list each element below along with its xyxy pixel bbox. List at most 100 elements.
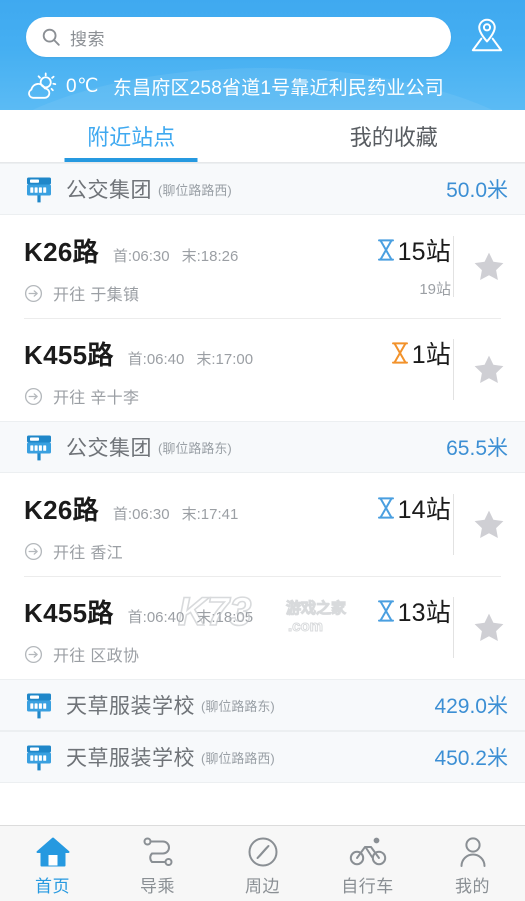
station-list[interactable]: 公交集团 (聊位路路西) 50.0米 K26路 首:06:30 末:18:26 开…: [0, 163, 525, 825]
route-service-hours: 首:06:40 末:18:05: [128, 606, 253, 627]
compass-icon: [244, 835, 282, 869]
route-info: K26路 首:06:30 末:18:26 开往 于集镇: [0, 215, 335, 318]
route-row[interactable]: K26路 首:06:30 末:18:26 开往 于集镇 15站 19站: [0, 215, 525, 318]
route-primary-line: K26路 首:06:30 末:18:26: [24, 232, 335, 269]
eta-secondary-stops: 19站: [419, 281, 451, 298]
nav-item-label: 首页: [35, 876, 70, 896]
weather-location: 东昌府区258省道1号靠近利民药业公司: [112, 77, 444, 99]
hourglass-icon: [376, 496, 396, 520]
sun-behind-cloud-icon: [22, 71, 57, 101]
route-row[interactable]: K26路 首:06:30 末:17:41 开往 香江 14站: [0, 473, 525, 576]
favorite-button[interactable]: [453, 473, 525, 576]
star-icon[interactable]: [472, 508, 506, 542]
favorite-button[interactable]: [453, 576, 525, 679]
station-name: 公交集团: [66, 437, 152, 460]
hourglass-icon: [376, 238, 396, 262]
app-root: 搜索 0℃ 东昌府区258省道1号靠近利民药业公司 附近站点 我的收藏 公交集团…: [0, 0, 525, 901]
eta-primary: 13站: [376, 593, 451, 629]
route-info: K26路 首:06:30 末:17:41 开往 香江: [0, 473, 335, 576]
bus-stop-icon: [24, 176, 54, 203]
tab-nearby-stations-label: 附近站点: [87, 125, 176, 150]
station-header[interactable]: 天草服装学校 (聊位路路东) 429.0米: [0, 679, 525, 731]
bottom-navigation: 首页 导乘 周边 自行车 我的: [0, 825, 525, 901]
station-name: 天草服装学校: [66, 695, 195, 718]
nav-item-bicycle[interactable]: 自行车: [315, 826, 420, 901]
weather-temperature: 0℃: [66, 75, 99, 97]
map-pin-button[interactable]: [463, 15, 511, 59]
direction-arrow-icon: [24, 542, 43, 561]
route-service-hours: 首:06:30 末:18:26: [113, 245, 238, 266]
search-icon: [40, 26, 62, 48]
route-first-bus: 首:06:40: [127, 351, 185, 368]
route-last-bus: 末:18:05: [196, 609, 254, 626]
eta-primary: 15站: [376, 232, 451, 268]
route-primary-line: K26路 首:06:30 末:17:41: [24, 490, 335, 527]
route-eta: 13站: [335, 576, 453, 679]
favorite-button[interactable]: [453, 318, 525, 421]
star-icon[interactable]: [472, 250, 506, 284]
route-direction: 开往 辛十李: [53, 390, 140, 407]
route-first-bus: 首:06:30: [112, 248, 170, 265]
hourglass-icon: [390, 341, 410, 365]
station-header[interactable]: 天草服装学校 (聊位路路西) 450.2米: [0, 731, 525, 783]
eta-stops: 13站: [397, 599, 451, 627]
route-eta: 14站: [335, 473, 453, 576]
route-direction-line: 开往 区政协: [24, 642, 335, 666]
route-direction: 开往 区政协: [53, 648, 140, 665]
star-icon[interactable]: [472, 353, 506, 387]
favorite-button[interactable]: [453, 215, 525, 318]
route-direction: 开往 香江: [53, 545, 123, 562]
station-distance: 450.2米: [434, 747, 508, 770]
route-name: K455路: [24, 598, 114, 628]
route-row[interactable]: K455路 首:06:40 末:18:05 开往 区政协 13站: [0, 576, 525, 679]
route-direction: 开往 于集镇: [53, 287, 140, 304]
route-first-bus: 首:06:30: [112, 506, 170, 523]
nav-item-label: 导乘: [140, 876, 175, 896]
route-eta: 1站: [335, 318, 453, 421]
bus-stop-icon: [24, 744, 54, 771]
search-placeholder: 搜索: [70, 29, 105, 49]
route-primary-line: K455路 首:06:40 末:17:00: [24, 335, 335, 372]
station-header[interactable]: 公交集团 (聊位路路西) 50.0米: [0, 163, 525, 215]
route-info: K455路 首:06:40 末:17:00 开往 辛十李: [0, 318, 335, 421]
nav-item-home[interactable]: 首页: [0, 826, 105, 901]
bus-stop-icon: [24, 692, 54, 719]
route-last-bus: 末:18:26: [181, 248, 239, 265]
bus-stop-icon: [24, 434, 54, 461]
hourglass-icon: [376, 599, 396, 623]
search-input[interactable]: 搜索: [26, 17, 451, 57]
tab-my-favorites-label: 我的收藏: [349, 125, 438, 150]
route-service-hours: 首:06:30 末:17:41: [113, 503, 238, 524]
station-sub-name: (聊位路路西): [201, 750, 275, 766]
eta-stops: 1站: [411, 341, 451, 369]
route-icon: [139, 835, 177, 869]
nav-item-compass[interactable]: 周边: [210, 826, 315, 901]
station-distance: 429.0米: [434, 695, 508, 718]
nav-item-label: 周边: [245, 876, 280, 896]
route-last-bus: 末:17:00: [196, 351, 254, 368]
route-first-bus: 首:06:40: [127, 609, 185, 626]
route-row[interactable]: K455路 首:06:40 末:17:00 开往 辛十李 1站: [0, 318, 525, 421]
nav-item-person[interactable]: 我的: [420, 826, 525, 901]
tab-my-favorites[interactable]: 我的收藏: [263, 110, 525, 162]
route-eta: 15站 19站: [335, 215, 453, 318]
station-header[interactable]: 公交集团 (聊位路路东) 65.5米: [0, 421, 525, 473]
station-distance: 65.5米: [446, 437, 508, 460]
station-name: 天草服装学校: [66, 747, 195, 770]
route-name: K455路: [24, 340, 114, 370]
route-last-bus: 末:17:41: [181, 506, 239, 523]
station-sub-name: (聊位路路东): [158, 440, 232, 456]
eta-primary: 14站: [376, 490, 451, 526]
tab-nearby-stations[interactable]: 附近站点: [0, 110, 263, 162]
weather-bar[interactable]: 0℃ 东昌府区258省道1号靠近利民药业公司: [0, 62, 525, 108]
star-icon[interactable]: [472, 611, 506, 645]
nav-item-route[interactable]: 导乘: [105, 826, 210, 901]
bicycle-icon: [349, 835, 387, 869]
station-sub-name: (聊位路路西): [158, 182, 232, 198]
route-direction-line: 开往 辛十李: [24, 384, 335, 408]
route-info: K455路 首:06:40 末:18:05 开往 区政协: [0, 576, 335, 679]
eta-stops: 15站: [397, 238, 451, 266]
nav-item-label: 自行车: [341, 876, 394, 896]
direction-arrow-icon: [24, 284, 43, 303]
home-icon: [34, 835, 72, 869]
